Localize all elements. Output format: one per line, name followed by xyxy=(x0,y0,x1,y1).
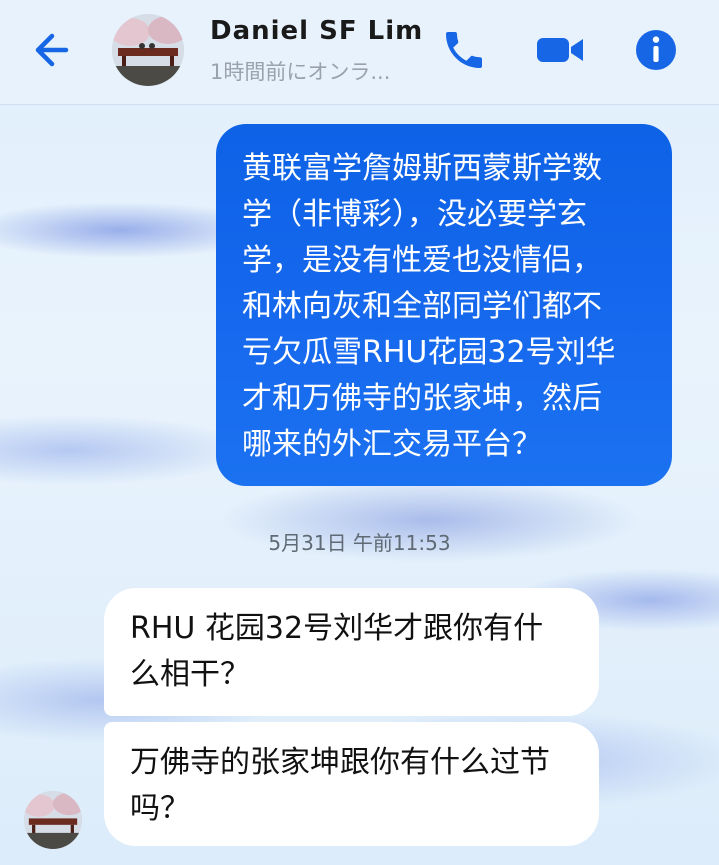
back-button[interactable] xyxy=(30,28,80,72)
incoming-message[interactable]: 万佛寺的张家坤跟你有什么过节 吗？ xyxy=(104,722,599,846)
message-timestamp: 5月31日 午前11:53 xyxy=(268,531,451,555)
contact-name[interactable]: Daniel SF Lim xyxy=(210,16,423,46)
call-button[interactable] xyxy=(440,26,488,74)
back-arrow-icon xyxy=(35,33,69,67)
online-status: 1時間前にオンラ... xyxy=(210,60,391,84)
video-call-button[interactable] xyxy=(535,26,583,74)
phone-icon xyxy=(446,32,482,68)
chat-header: Daniel SF Lim 1時間前にオンラ... xyxy=(0,0,719,105)
video-camera-icon xyxy=(537,38,583,62)
incoming-message[interactable]: RHU 花园32号刘华才跟你有什 么相干？ xyxy=(104,588,599,716)
info-button[interactable] xyxy=(632,26,680,74)
outgoing-message[interactable]: 黄联富学詹姆斯西蒙斯学数 学（非博彩），没必要学玄 学，是没有性爱也没情侣， 和… xyxy=(216,124,672,486)
avatar[interactable] xyxy=(112,14,184,86)
sender-avatar[interactable] xyxy=(24,791,82,849)
info-icon xyxy=(636,30,676,70)
